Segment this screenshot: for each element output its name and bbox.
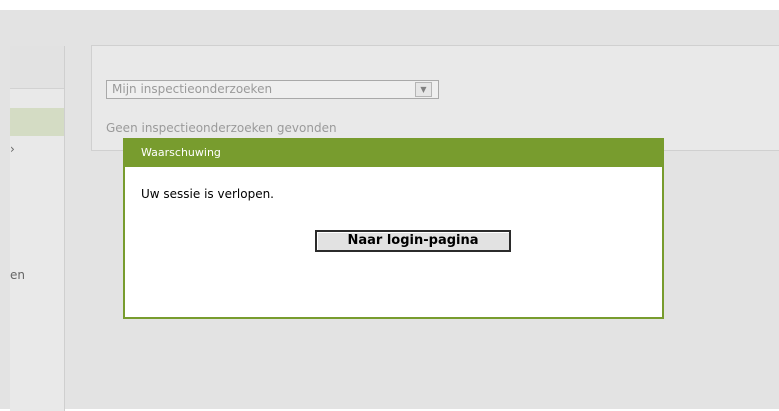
warning-dialog: Waarschuwing Uw sessie is verlopen. Naar… — [123, 138, 664, 319]
inspection-filter-select[interactable]: Mijn inspectieonderzoeken ▼ — [106, 80, 439, 99]
sidebar-item-selected[interactable] — [10, 108, 64, 136]
sidebar-text-fragment: en — [10, 268, 25, 282]
browser-viewport: › en Mijn inspectieonderzoeken ▼ Geen in… — [0, 0, 779, 411]
chevron-down-icon[interactable]: ▼ — [415, 82, 432, 97]
sidebar-header — [10, 46, 64, 89]
dialog-body: Uw sessie is verlopen. Naar login-pagina — [125, 167, 662, 317]
sidebar: › en — [10, 46, 65, 411]
select-value: Mijn inspectieonderzoeken — [112, 82, 273, 96]
empty-results-message: Geen inspectieonderzoeken gevonden — [106, 121, 337, 135]
session-expired-message: Uw sessie is verlopen. — [141, 187, 274, 201]
dialog-title: Waarschuwing — [141, 146, 221, 159]
login-page-button[interactable]: Naar login-pagina — [315, 230, 511, 252]
sidebar-text-fragment: › — [10, 142, 15, 156]
